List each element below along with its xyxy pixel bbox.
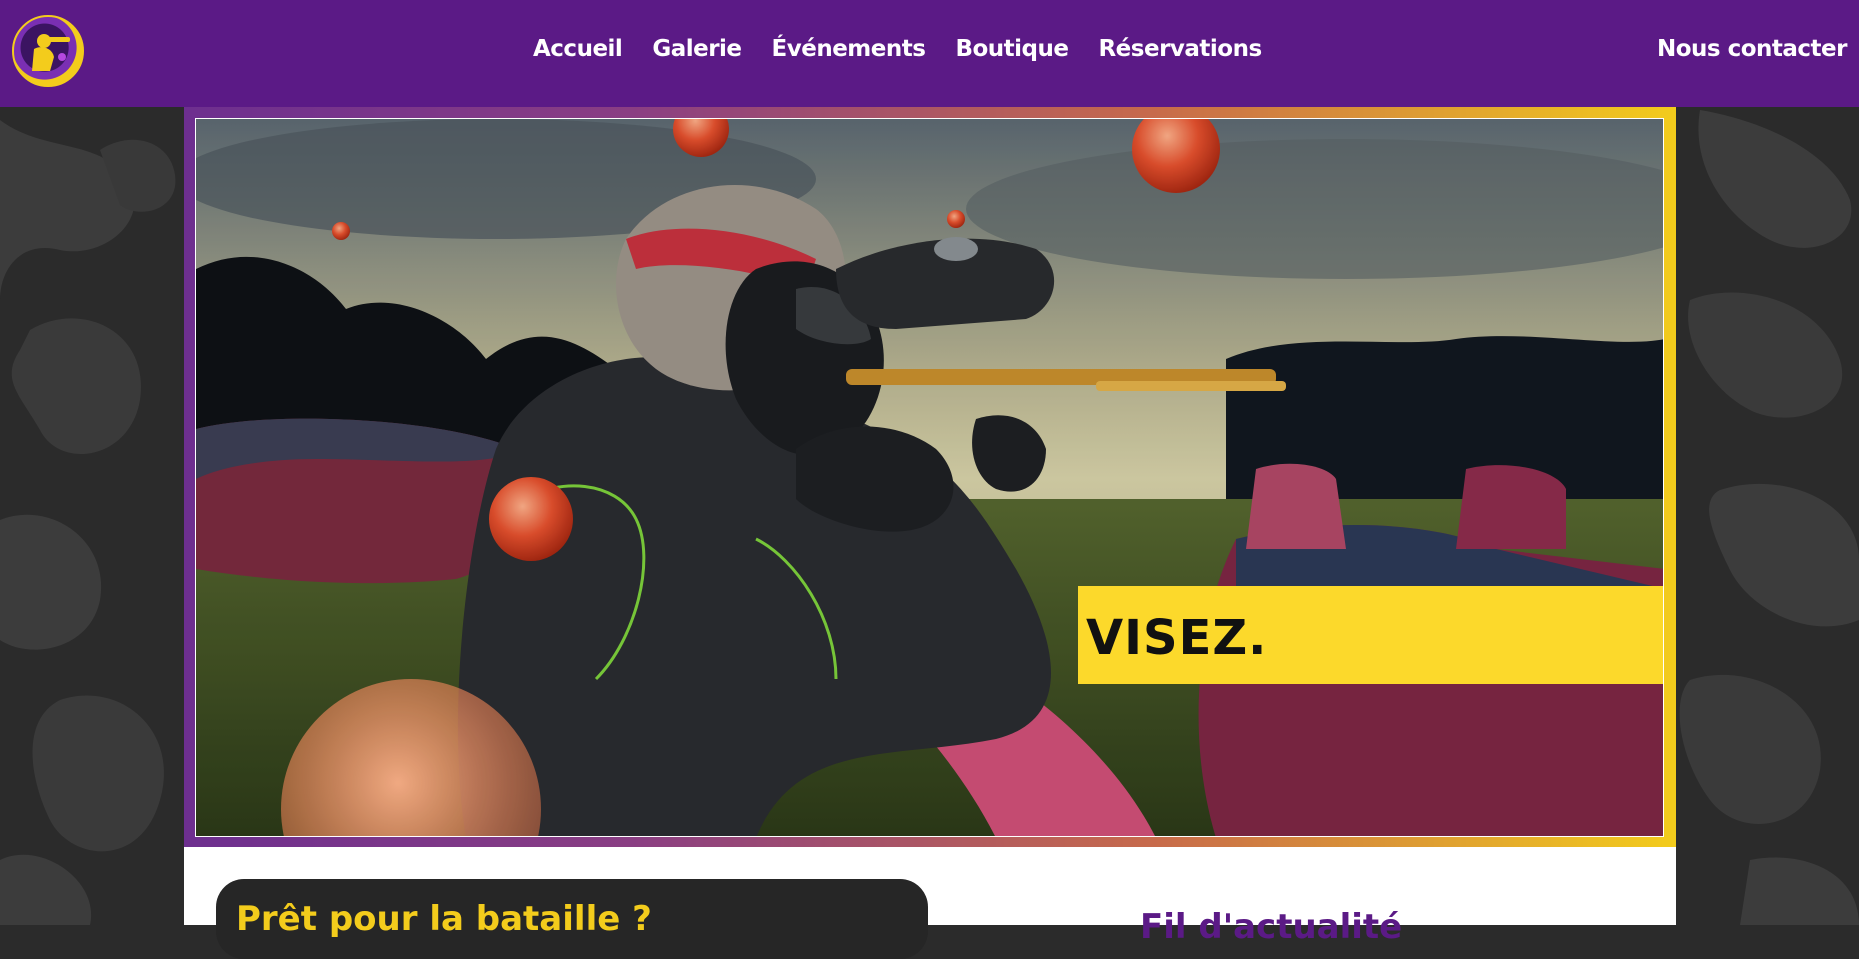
hero-tagline-box: VISEZ.: [1078, 586, 1663, 684]
hero-tagline: VISEZ.: [1086, 610, 1268, 666]
nav-contact-link[interactable]: Nous contacter: [1657, 36, 1848, 62]
battle-cta-card[interactable]: Prêt pour la bataille ?: [216, 879, 928, 959]
nav-item-accueil[interactable]: Accueil: [533, 36, 623, 62]
news-feed-title: Fil d'actualité: [1140, 907, 1403, 947]
main-nav: Accueil Galerie Événements Boutique Rése…: [533, 36, 1292, 62]
main-content: Prêt pour la bataille ? Fil d'actualité: [184, 847, 1676, 959]
nav-item-boutique[interactable]: Boutique: [955, 36, 1069, 62]
nav-item-reservations[interactable]: Réservations: [1098, 36, 1262, 62]
hero-frame: VISEZ.: [184, 107, 1676, 847]
paintball-player-aiming-photo: VISEZ.: [195, 118, 1664, 837]
paintball-player-logo-icon[interactable]: [12, 15, 84, 87]
battle-cta-title: Prêt pour la bataille ?: [236, 899, 652, 939]
nav-item-evenements[interactable]: Événements: [772, 36, 926, 62]
site-header: Accueil Galerie Événements Boutique Rése…: [0, 0, 1859, 107]
nav-item-galerie[interactable]: Galerie: [652, 36, 742, 62]
